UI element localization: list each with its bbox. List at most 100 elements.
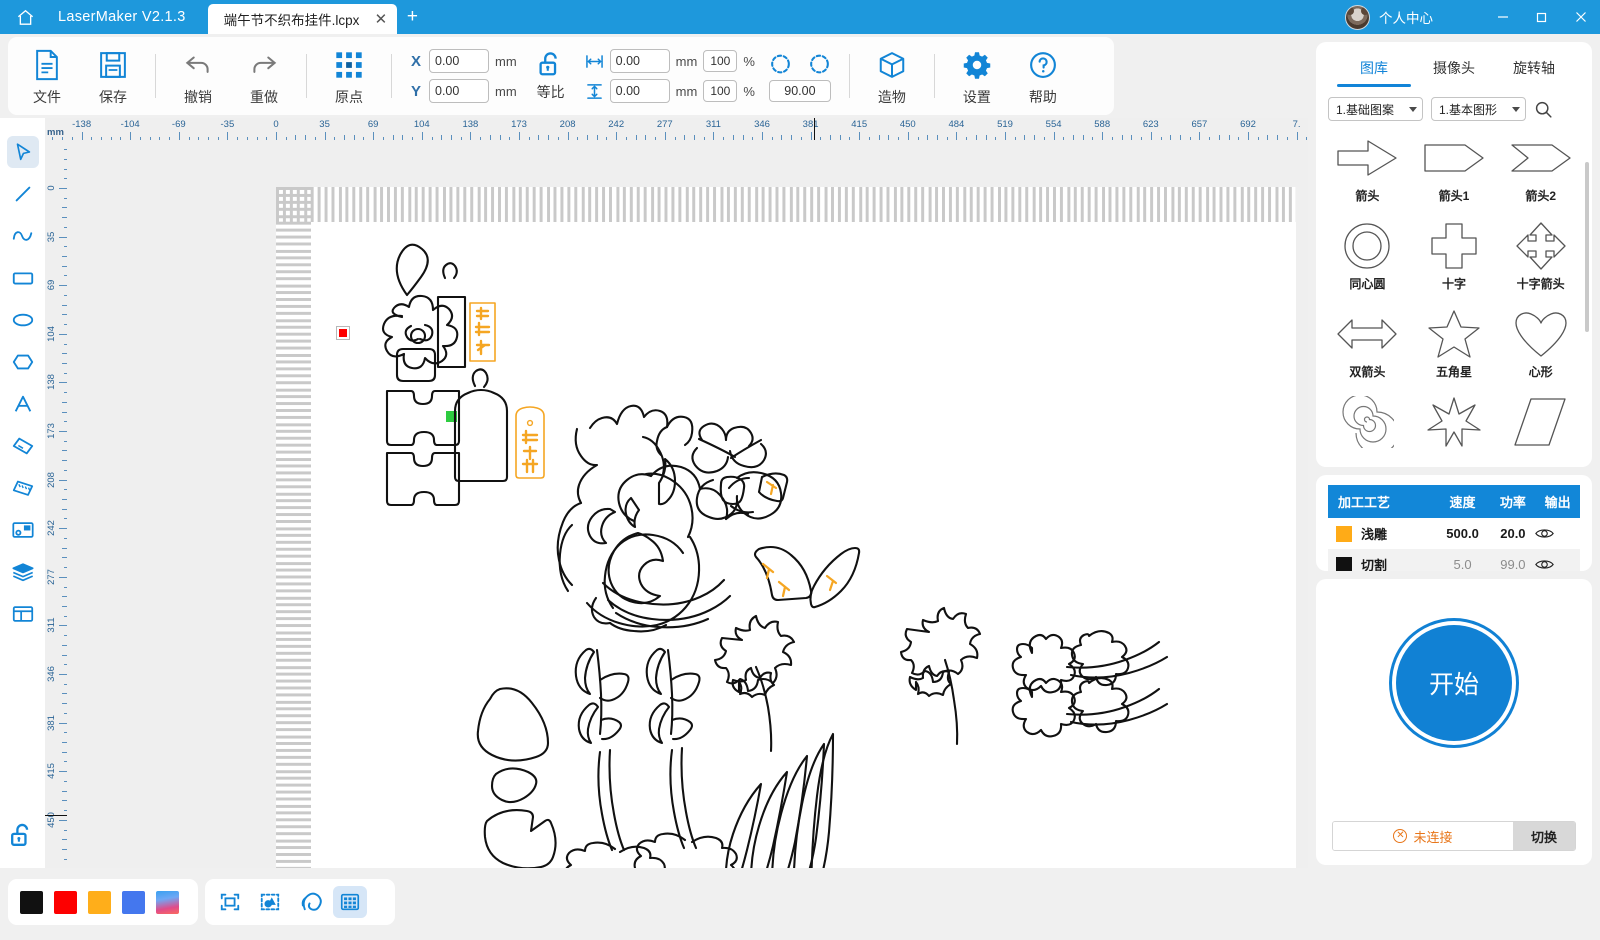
origin-button[interactable]: 原点 bbox=[316, 40, 382, 112]
layer-color-swatch[interactable] bbox=[1336, 556, 1352, 571]
file-button[interactable]: 文件 bbox=[14, 40, 80, 112]
color-swatch-0[interactable] bbox=[20, 890, 43, 914]
color-swatch-4[interactable] bbox=[156, 890, 179, 914]
ruler-tick bbox=[59, 431, 67, 432]
magnet-snap-button[interactable] bbox=[293, 886, 327, 918]
vertical-ruler[interactable]: 0 35 69 104 138 173 208 242 277 311 346 381 415 450 bbox=[45, 140, 67, 868]
tool-line[interactable] bbox=[7, 178, 39, 210]
subcategory-select[interactable]: 1.基本图形 bbox=[1431, 97, 1526, 121]
tab-rotary-axis[interactable]: 旋转轴 bbox=[1494, 52, 1574, 87]
table-row[interactable]: 切割 5.0 99.0 bbox=[1328, 549, 1580, 571]
height-input[interactable] bbox=[609, 79, 670, 103]
rotate-right-icon[interactable] bbox=[806, 51, 833, 76]
help-button[interactable]: 帮助 bbox=[1010, 40, 1076, 112]
grid-toggle-button[interactable] bbox=[333, 886, 367, 918]
start-button[interactable]: 开始 bbox=[1396, 625, 1512, 741]
height-percent-input[interactable] bbox=[703, 80, 738, 102]
shape-item-arrow[interactable]: 箭头 bbox=[1324, 129, 1411, 217]
tool-ellipse[interactable] bbox=[7, 304, 39, 336]
table-row[interactable]: 浅雕 500.0 20.0 bbox=[1328, 518, 1580, 549]
tab-library[interactable]: 图库 bbox=[1334, 52, 1414, 87]
angle-input[interactable] bbox=[768, 79, 831, 102]
shape-item-concentric-circle[interactable]: 同心圆 bbox=[1324, 217, 1411, 305]
aspect-ratio-toggle[interactable]: 等比 bbox=[523, 50, 579, 102]
category-select[interactable]: 1.基础图案 bbox=[1328, 97, 1423, 121]
user-center-label[interactable]: 个人中心 bbox=[1379, 7, 1433, 27]
canvas-area[interactable] bbox=[67, 140, 1308, 868]
avatar[interactable] bbox=[1345, 4, 1370, 30]
undo-button[interactable]: 撤销 bbox=[165, 40, 231, 112]
width-input[interactable] bbox=[609, 49, 670, 73]
new-tab-button[interactable]: + bbox=[397, 4, 427, 34]
create-button[interactable]: 造物 bbox=[859, 40, 925, 112]
ruler-label: 242 bbox=[46, 520, 57, 537]
switch-button[interactable]: 切换 bbox=[1513, 822, 1575, 850]
work-sheet[interactable] bbox=[276, 187, 1296, 868]
tool-measure[interactable] bbox=[7, 472, 39, 504]
layer-speed[interactable]: 5.0 bbox=[1434, 549, 1491, 571]
double-arrow-icon bbox=[1334, 305, 1400, 363]
ruler-label: 104 bbox=[413, 119, 430, 130]
line-icon bbox=[12, 183, 34, 205]
shape-item-double-arrow[interactable]: 双箭头 bbox=[1324, 305, 1411, 393]
color-swatch-3[interactable] bbox=[122, 890, 145, 914]
maximize-button[interactable] bbox=[1522, 0, 1561, 34]
horizontal-ruler[interactable]: -138 -104 -69 -35 0 35 69 104 138 173 208 242 277 311… bbox=[45, 118, 1308, 140]
selection-marker[interactable] bbox=[446, 411, 457, 422]
frame-select-button[interactable] bbox=[213, 886, 247, 918]
minimize-button[interactable] bbox=[1483, 0, 1522, 34]
layer-speed[interactable]: 500.0 bbox=[1435, 518, 1491, 549]
tool-image[interactable] bbox=[7, 514, 39, 546]
ruler-label: 0 bbox=[273, 119, 279, 130]
shape-item-arrow2[interactable]: 箭头2 bbox=[1497, 129, 1584, 217]
connection-status[interactable]: ✕ 未连接 bbox=[1333, 822, 1513, 850]
object-select-button[interactable] bbox=[253, 886, 287, 918]
shape-item-parallelogram[interactable] bbox=[1497, 393, 1584, 465]
shape-item-spiral[interactable] bbox=[1324, 393, 1411, 465]
y-input[interactable] bbox=[429, 79, 489, 103]
eye-icon[interactable] bbox=[1535, 527, 1580, 540]
shape-item-six-point-star[interactable] bbox=[1411, 393, 1498, 465]
document-tab[interactable]: 端午节不织布挂件.lcpx ✕ bbox=[207, 4, 398, 34]
layer-power[interactable]: 99.0 bbox=[1490, 549, 1536, 571]
color-swatch-1[interactable] bbox=[54, 890, 77, 914]
shape-item-cross[interactable]: 十字 bbox=[1411, 217, 1498, 305]
tool-layout[interactable] bbox=[7, 598, 39, 630]
origin-icon bbox=[334, 46, 364, 84]
tool-polygon[interactable] bbox=[7, 346, 39, 378]
shape-item-five-point-star[interactable]: 五角星 bbox=[1411, 305, 1498, 393]
shape-item-four-way-arrow[interactable]: 十字箭头 bbox=[1497, 217, 1584, 305]
eye-icon[interactable] bbox=[1535, 558, 1580, 571]
settings-button[interactable]: 设置 bbox=[944, 40, 1010, 112]
ruler-label: 138 bbox=[46, 374, 57, 391]
width-percent-unit: % bbox=[743, 53, 755, 69]
tool-select[interactable] bbox=[6, 136, 39, 168]
width-percent-input[interactable] bbox=[703, 50, 738, 72]
spiral-icon bbox=[1340, 393, 1395, 451]
home-button[interactable] bbox=[0, 0, 50, 34]
tool-text[interactable] bbox=[7, 388, 39, 420]
ruler-tick bbox=[616, 132, 617, 140]
tab-camera[interactable]: 摄像头 bbox=[1414, 52, 1494, 87]
layer-color-swatch[interactable] bbox=[1336, 525, 1352, 542]
color-swatch-2[interactable] bbox=[88, 890, 111, 914]
shape-item-heart[interactable]: 心形 bbox=[1497, 305, 1584, 393]
origin-marker[interactable] bbox=[336, 326, 350, 340]
close-tab-icon[interactable]: ✕ bbox=[372, 11, 389, 28]
shape-item-arrow1[interactable]: 箭头1 bbox=[1411, 129, 1498, 217]
home-icon bbox=[16, 8, 35, 27]
canvas-lock-button[interactable] bbox=[7, 820, 37, 850]
layer-power[interactable]: 20.0 bbox=[1491, 518, 1536, 549]
tool-layers[interactable] bbox=[7, 556, 39, 588]
redo-button[interactable]: 重做 bbox=[231, 40, 297, 112]
save-button[interactable]: 保存 bbox=[80, 40, 146, 112]
rotate-left-icon[interactable] bbox=[767, 51, 794, 76]
close-window-button[interactable] bbox=[1561, 0, 1600, 34]
library-scrollbar[interactable] bbox=[1585, 162, 1589, 332]
tool-rectangle[interactable] bbox=[7, 262, 39, 294]
six-point-star-icon bbox=[1426, 393, 1482, 451]
search-icon[interactable] bbox=[1534, 100, 1553, 119]
x-input[interactable] bbox=[429, 49, 489, 73]
tool-eraser[interactable] bbox=[7, 430, 39, 462]
tool-curve[interactable] bbox=[7, 220, 39, 252]
